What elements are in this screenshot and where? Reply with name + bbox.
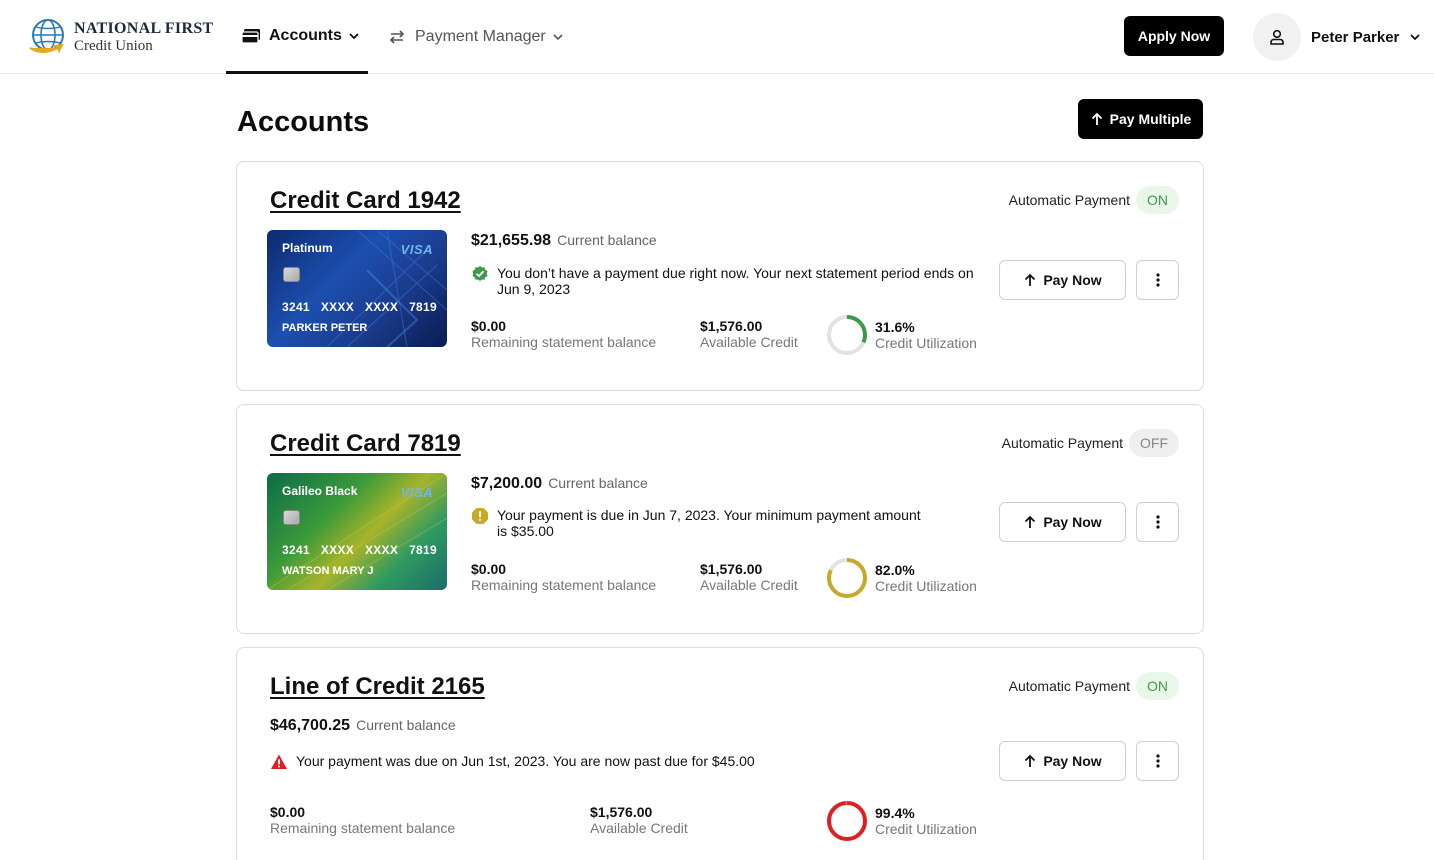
pay-now-button[interactable]: Pay Now <box>999 260 1126 300</box>
account-card: Credit Card 1942 Automatic Payment ON Pl… <box>236 161 1204 391</box>
available-credit: $1,576.00 Available Credit <box>590 804 688 836</box>
utilization-ring <box>827 315 867 355</box>
autopay-label: Automatic Payment <box>1008 678 1130 694</box>
visa-logo: VISA <box>400 485 433 500</box>
brand-name: NATIONAL FIRST <box>74 19 214 37</box>
pay-now-button[interactable]: Pay Now <box>999 741 1126 781</box>
credit-card-image: Galileo Black VISA 3241 XXXX XXXX 7819 W… <box>267 473 447 590</box>
utilization-ring <box>827 558 867 598</box>
arrow-up-icon <box>1025 754 1036 767</box>
arrow-up-icon <box>1091 112 1102 125</box>
warning-circle-icon <box>472 508 488 524</box>
available-credit: $1,576.00 Available Credit <box>700 318 798 350</box>
credit-card-image: Platinum VISA 3241 XXXX XXXX 7819 PARKER… <box>267 230 447 347</box>
account-title[interactable]: Credit Card 1942 <box>270 187 461 215</box>
autopay-label: Automatic Payment <box>1001 435 1123 451</box>
top-header: NATIONAL FIRST Credit Union Accounts Pay… <box>0 0 1434 74</box>
nav-accounts[interactable]: Accounts <box>226 0 368 74</box>
chip-icon <box>283 510 300 525</box>
account-card: Credit Card 7819 Automatic Payment OFF G… <box>236 404 1204 634</box>
page-title: Accounts <box>237 106 370 138</box>
brand-logo[interactable]: NATIONAL FIRST Credit Union <box>28 18 214 56</box>
ring-fill <box>827 801 867 841</box>
card-holder: WATSON MARY J <box>282 565 374 577</box>
balance-amount: $46,700.25 <box>270 717 351 734</box>
pay-now-button[interactable]: Pay Now <box>999 502 1126 542</box>
globe-logo-icon <box>29 19 64 54</box>
remaining-statement-balance: $0.00 Remaining statement balance <box>471 561 657 593</box>
autopay-label: Automatic Payment <box>1008 192 1130 208</box>
payment-status-message: Your payment is due in Jun 7, 2023. Your… <box>471 507 931 539</box>
autopay-toggle[interactable]: OFF <box>1129 429 1179 457</box>
pay-multiple-button[interactable]: Pay Multiple <box>1078 99 1203 139</box>
more-options-button[interactable] <box>1136 502 1179 542</box>
current-balance: $21,655.98 Current balance <box>471 232 657 250</box>
remaining-statement-balance: $0.00 Remaining statement balance <box>270 804 456 836</box>
pay-multiple-label: Pay Multiple <box>1109 111 1192 127</box>
card-holder: PARKER PETER <box>282 322 368 334</box>
status-message-text: Your payment is due in Jun 7, 2023. Your… <box>497 507 921 539</box>
card-product-name: Platinum <box>282 241 333 255</box>
chevron-down-icon <box>349 32 359 39</box>
payment-status-message: You don’t have a payment due right now. … <box>471 265 981 297</box>
user-name: Peter Parker <box>1311 28 1400 46</box>
card-number: 3241 XXXX XXXX 7819 <box>282 300 437 314</box>
visa-logo: VISA <box>400 242 433 257</box>
brand-subname: Credit Union <box>74 37 153 54</box>
credit-utilization: 99.4% Credit Utilization <box>826 800 977 842</box>
chip-icon <box>283 267 300 282</box>
remaining-statement-balance: $0.00 Remaining statement balance <box>471 318 657 350</box>
apply-now-button[interactable]: Apply Now <box>1124 16 1224 56</box>
status-message-text: You don’t have a payment due right now. … <box>497 265 974 297</box>
avatar[interactable] <box>1253 13 1301 61</box>
payment-status-message: Your payment was due on Jun 1st, 2023. Y… <box>270 753 910 771</box>
autopay-status: Automatic Payment ON <box>1009 186 1179 214</box>
more-options-button[interactable] <box>1136 260 1179 300</box>
user-menu[interactable]: Peter Parker <box>1253 13 1421 61</box>
card-product-name: Galileo Black <box>282 484 358 498</box>
available-credit: $1,576.00 Available Credit <box>700 561 798 593</box>
balance-label: Current balance <box>356 717 456 733</box>
alert-triangle-icon <box>271 754 287 769</box>
autopay-toggle[interactable]: ON <box>1136 672 1179 700</box>
transfer-arrows-icon <box>386 28 408 46</box>
account-title[interactable]: Credit Card 7819 <box>270 430 461 458</box>
autopay-status: Automatic Payment OFF <box>1002 429 1179 457</box>
balance-amount: $7,200.00 <box>471 475 543 492</box>
wallet-icon <box>240 27 262 45</box>
status-message-text: Your payment was due on Jun 1st, 2023. Y… <box>296 753 755 769</box>
balance-label: Current balance <box>548 475 648 491</box>
card-number: 3241 XXXX XXXX 7819 <box>282 543 437 557</box>
credit-utilization: 31.6% Credit Utilization <box>826 314 977 356</box>
autopay-status: Automatic Payment ON <box>1009 672 1179 700</box>
autopay-toggle[interactable]: ON <box>1136 186 1179 214</box>
more-options-button[interactable] <box>1136 741 1179 781</box>
nav-payment-manager[interactable]: Payment Manager <box>384 0 564 74</box>
check-circle-icon <box>472 266 488 281</box>
vertical-dots-icon <box>1155 273 1160 287</box>
arrow-up-icon <box>1025 273 1036 286</box>
nav-accounts-label: Accounts <box>269 26 342 44</box>
account-card: Line of Credit 2165 Automatic Payment ON… <box>236 647 1204 860</box>
balance-label: Current balance <box>557 232 657 248</box>
chevron-down-icon <box>553 34 563 41</box>
current-balance: $7,200.00 Current balance <box>471 475 648 493</box>
arrow-up-icon <box>1025 515 1036 528</box>
chevron-down-icon <box>1410 34 1421 41</box>
credit-utilization: 82.0% Credit Utilization <box>826 557 977 599</box>
balance-amount: $21,655.98 <box>471 232 552 249</box>
vertical-dots-icon <box>1155 515 1160 529</box>
nav-payments-label: Payment Manager <box>415 28 546 45</box>
utilization-ring <box>827 801 867 841</box>
user-icon <box>1270 29 1284 45</box>
current-balance: $46,700.25 Current balance <box>270 717 456 735</box>
account-title[interactable]: Line of Credit 2165 <box>270 673 485 701</box>
vertical-dots-icon <box>1155 754 1160 768</box>
